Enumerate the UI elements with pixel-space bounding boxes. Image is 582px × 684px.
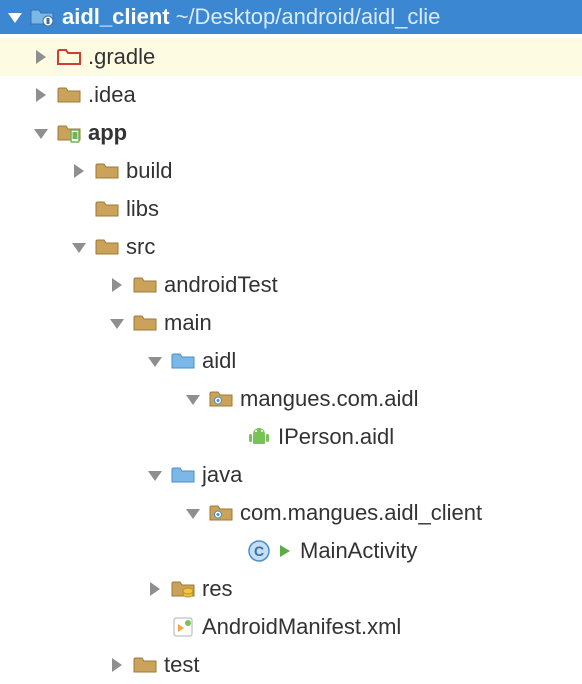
tree-item-label: test bbox=[164, 652, 199, 678]
tree-item-label: app bbox=[88, 120, 127, 146]
tree-item-label: res bbox=[202, 576, 233, 602]
package-folder-icon bbox=[208, 502, 234, 524]
expand-arrow-icon[interactable] bbox=[68, 160, 90, 182]
tree-item-aidl[interactable]: aidl bbox=[0, 342, 582, 380]
tree-item-pkg-java[interactable]: com.mangues.aidl_client bbox=[0, 494, 582, 532]
expand-arrow-icon[interactable] bbox=[106, 274, 128, 296]
folder-icon bbox=[132, 654, 158, 676]
folder-icon bbox=[94, 236, 120, 258]
project-tree: .gradle .idea app build bbox=[0, 34, 582, 684]
tree-item-java[interactable]: java bbox=[0, 456, 582, 494]
tree-item-gradle[interactable]: .gradle bbox=[0, 38, 582, 76]
expand-arrow-icon[interactable] bbox=[30, 84, 52, 106]
tree-item-label: com.mangues.aidl_client bbox=[240, 500, 482, 526]
tree-item-main[interactable]: main bbox=[0, 304, 582, 342]
collapse-arrow-icon[interactable] bbox=[182, 388, 204, 410]
tree-item-iperson[interactable]: IPerson.aidl bbox=[0, 418, 582, 456]
expand-arrow-icon[interactable] bbox=[106, 654, 128, 676]
project-name: aidl_client bbox=[62, 4, 170, 30]
tree-item-label: java bbox=[202, 462, 242, 488]
xml-file-icon bbox=[170, 616, 196, 638]
collapse-arrow-icon[interactable] bbox=[106, 312, 128, 334]
tree-item-label: MainActivity bbox=[300, 538, 417, 564]
tree-item-androidtest[interactable]: androidTest bbox=[0, 266, 582, 304]
tree-item-label: IPerson.aidl bbox=[278, 424, 394, 450]
collapse-arrow-icon[interactable] bbox=[68, 236, 90, 258]
folder-icon bbox=[94, 160, 120, 182]
tree-item-label: mangues.com.aidl bbox=[240, 386, 419, 412]
tree-item-label: src bbox=[126, 234, 155, 260]
tree-item-libs[interactable]: libs bbox=[0, 190, 582, 228]
tree-item-mainactivity[interactable]: MainActivity bbox=[0, 532, 582, 570]
tree-item-label: androidTest bbox=[164, 272, 278, 298]
folder-icon bbox=[132, 274, 158, 296]
tree-item-label: aidl bbox=[202, 348, 236, 374]
module-icon bbox=[56, 122, 82, 144]
tree-item-pkg-aidl[interactable]: mangues.com.aidl bbox=[0, 380, 582, 418]
collapse-arrow-icon[interactable] bbox=[30, 122, 52, 144]
tree-item-res[interactable]: res bbox=[0, 570, 582, 608]
tree-item-src[interactable]: src bbox=[0, 228, 582, 266]
tree-item-label: build bbox=[126, 158, 172, 184]
folder-icon bbox=[56, 46, 82, 68]
collapse-arrow-icon[interactable] bbox=[144, 464, 166, 486]
expand-arrow-icon[interactable] bbox=[144, 578, 166, 600]
project-icon bbox=[30, 6, 56, 28]
tree-item-label: libs bbox=[126, 196, 159, 222]
project-path: ~/Desktop/android/aidl_clie bbox=[176, 4, 441, 30]
class-icon bbox=[246, 540, 272, 562]
tree-item-label: .idea bbox=[88, 82, 136, 108]
folder-icon bbox=[94, 198, 120, 220]
android-icon bbox=[246, 426, 272, 448]
collapse-arrow-icon[interactable] bbox=[182, 502, 204, 524]
tree-item-manifest[interactable]: AndroidManifest.xml bbox=[0, 608, 582, 646]
project-header[interactable]: aidl_client ~/Desktop/android/aidl_clie bbox=[0, 0, 582, 34]
resource-folder-icon bbox=[170, 578, 196, 600]
tree-item-label: AndroidManifest.xml bbox=[202, 614, 401, 640]
tree-item-idea[interactable]: .idea bbox=[0, 76, 582, 114]
folder-icon bbox=[56, 84, 82, 106]
expand-arrow-icon[interactable] bbox=[30, 46, 52, 68]
source-folder-icon bbox=[170, 350, 196, 372]
expand-arrow-icon bbox=[6, 8, 26, 26]
tree-item-label: .gradle bbox=[88, 44, 155, 70]
package-folder-icon bbox=[208, 388, 234, 410]
tree-item-app[interactable]: app bbox=[0, 114, 582, 152]
folder-icon bbox=[132, 312, 158, 334]
runnable-icon bbox=[278, 543, 296, 559]
tree-item-label: main bbox=[164, 310, 212, 336]
tree-item-build[interactable]: build bbox=[0, 152, 582, 190]
collapse-arrow-icon[interactable] bbox=[144, 350, 166, 372]
tree-item-test[interactable]: test bbox=[0, 646, 582, 684]
source-folder-icon bbox=[170, 464, 196, 486]
